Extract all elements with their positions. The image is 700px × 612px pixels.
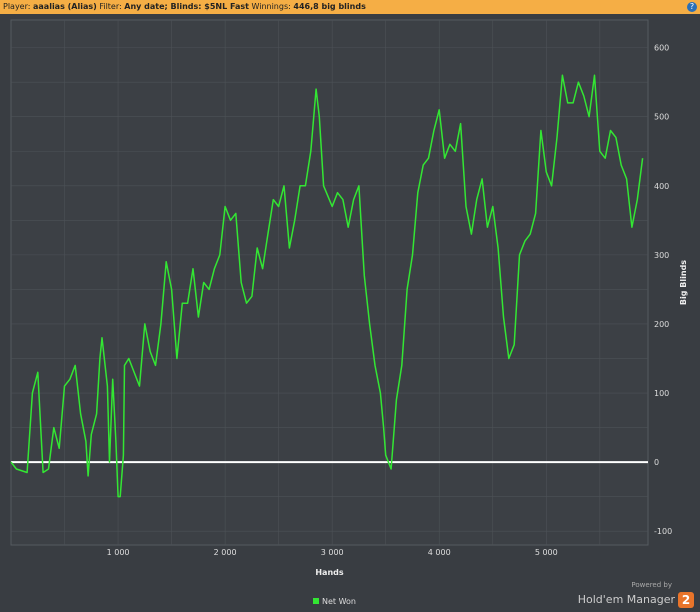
x-tick-label: 3 000 [321,548,344,557]
winnings-value: 446,8 big blinds [293,2,366,11]
y-tick-label: 400 [654,182,669,191]
y-tick-label: 200 [654,320,669,329]
filter-header-bar: Player: aaalias (Alias) Filter: Any date… [0,0,700,14]
y-tick-label: 100 [654,389,669,398]
filter-label: Filter: [99,2,122,11]
filter-value: Any date; Blinds: $5NL Fast [124,2,249,11]
y-tick-label: 600 [654,44,669,53]
hem-logo: Powered by Hold'em Manager 2 [578,581,694,608]
winnings-label: Winnings: [251,2,291,11]
logo-name: Hold'em Manager [577,593,675,606]
x-axis-label: Hands [315,568,344,577]
powered-by-text: Powered by [631,581,672,589]
y-axis-label: Big Blinds [679,260,688,305]
legend-label: Net Won [322,597,356,606]
y-tick-label: 500 [654,113,669,122]
x-tick-label: 2 000 [214,548,237,557]
winnings-chart: -100 0 100 200 300 400 500 600 1 000 2 000 3 000 4 … [10,19,688,606]
y-tick-label: 0 [654,458,659,467]
x-tick-label: 5 000 [535,548,558,557]
x-tick-label: 1 000 [107,548,130,557]
logo-badge-icon: 2 [678,591,694,608]
x-tick-label: 4 000 [428,548,451,557]
plot-area [10,19,649,546]
legend-swatch [313,598,319,604]
help-icon[interactable]: ? [687,2,697,12]
player-name: aaalias (Alias) [33,2,97,11]
y-tick-label: 300 [654,251,669,260]
y-tick-label: -100 [654,527,672,536]
player-label: Player: [3,2,31,11]
